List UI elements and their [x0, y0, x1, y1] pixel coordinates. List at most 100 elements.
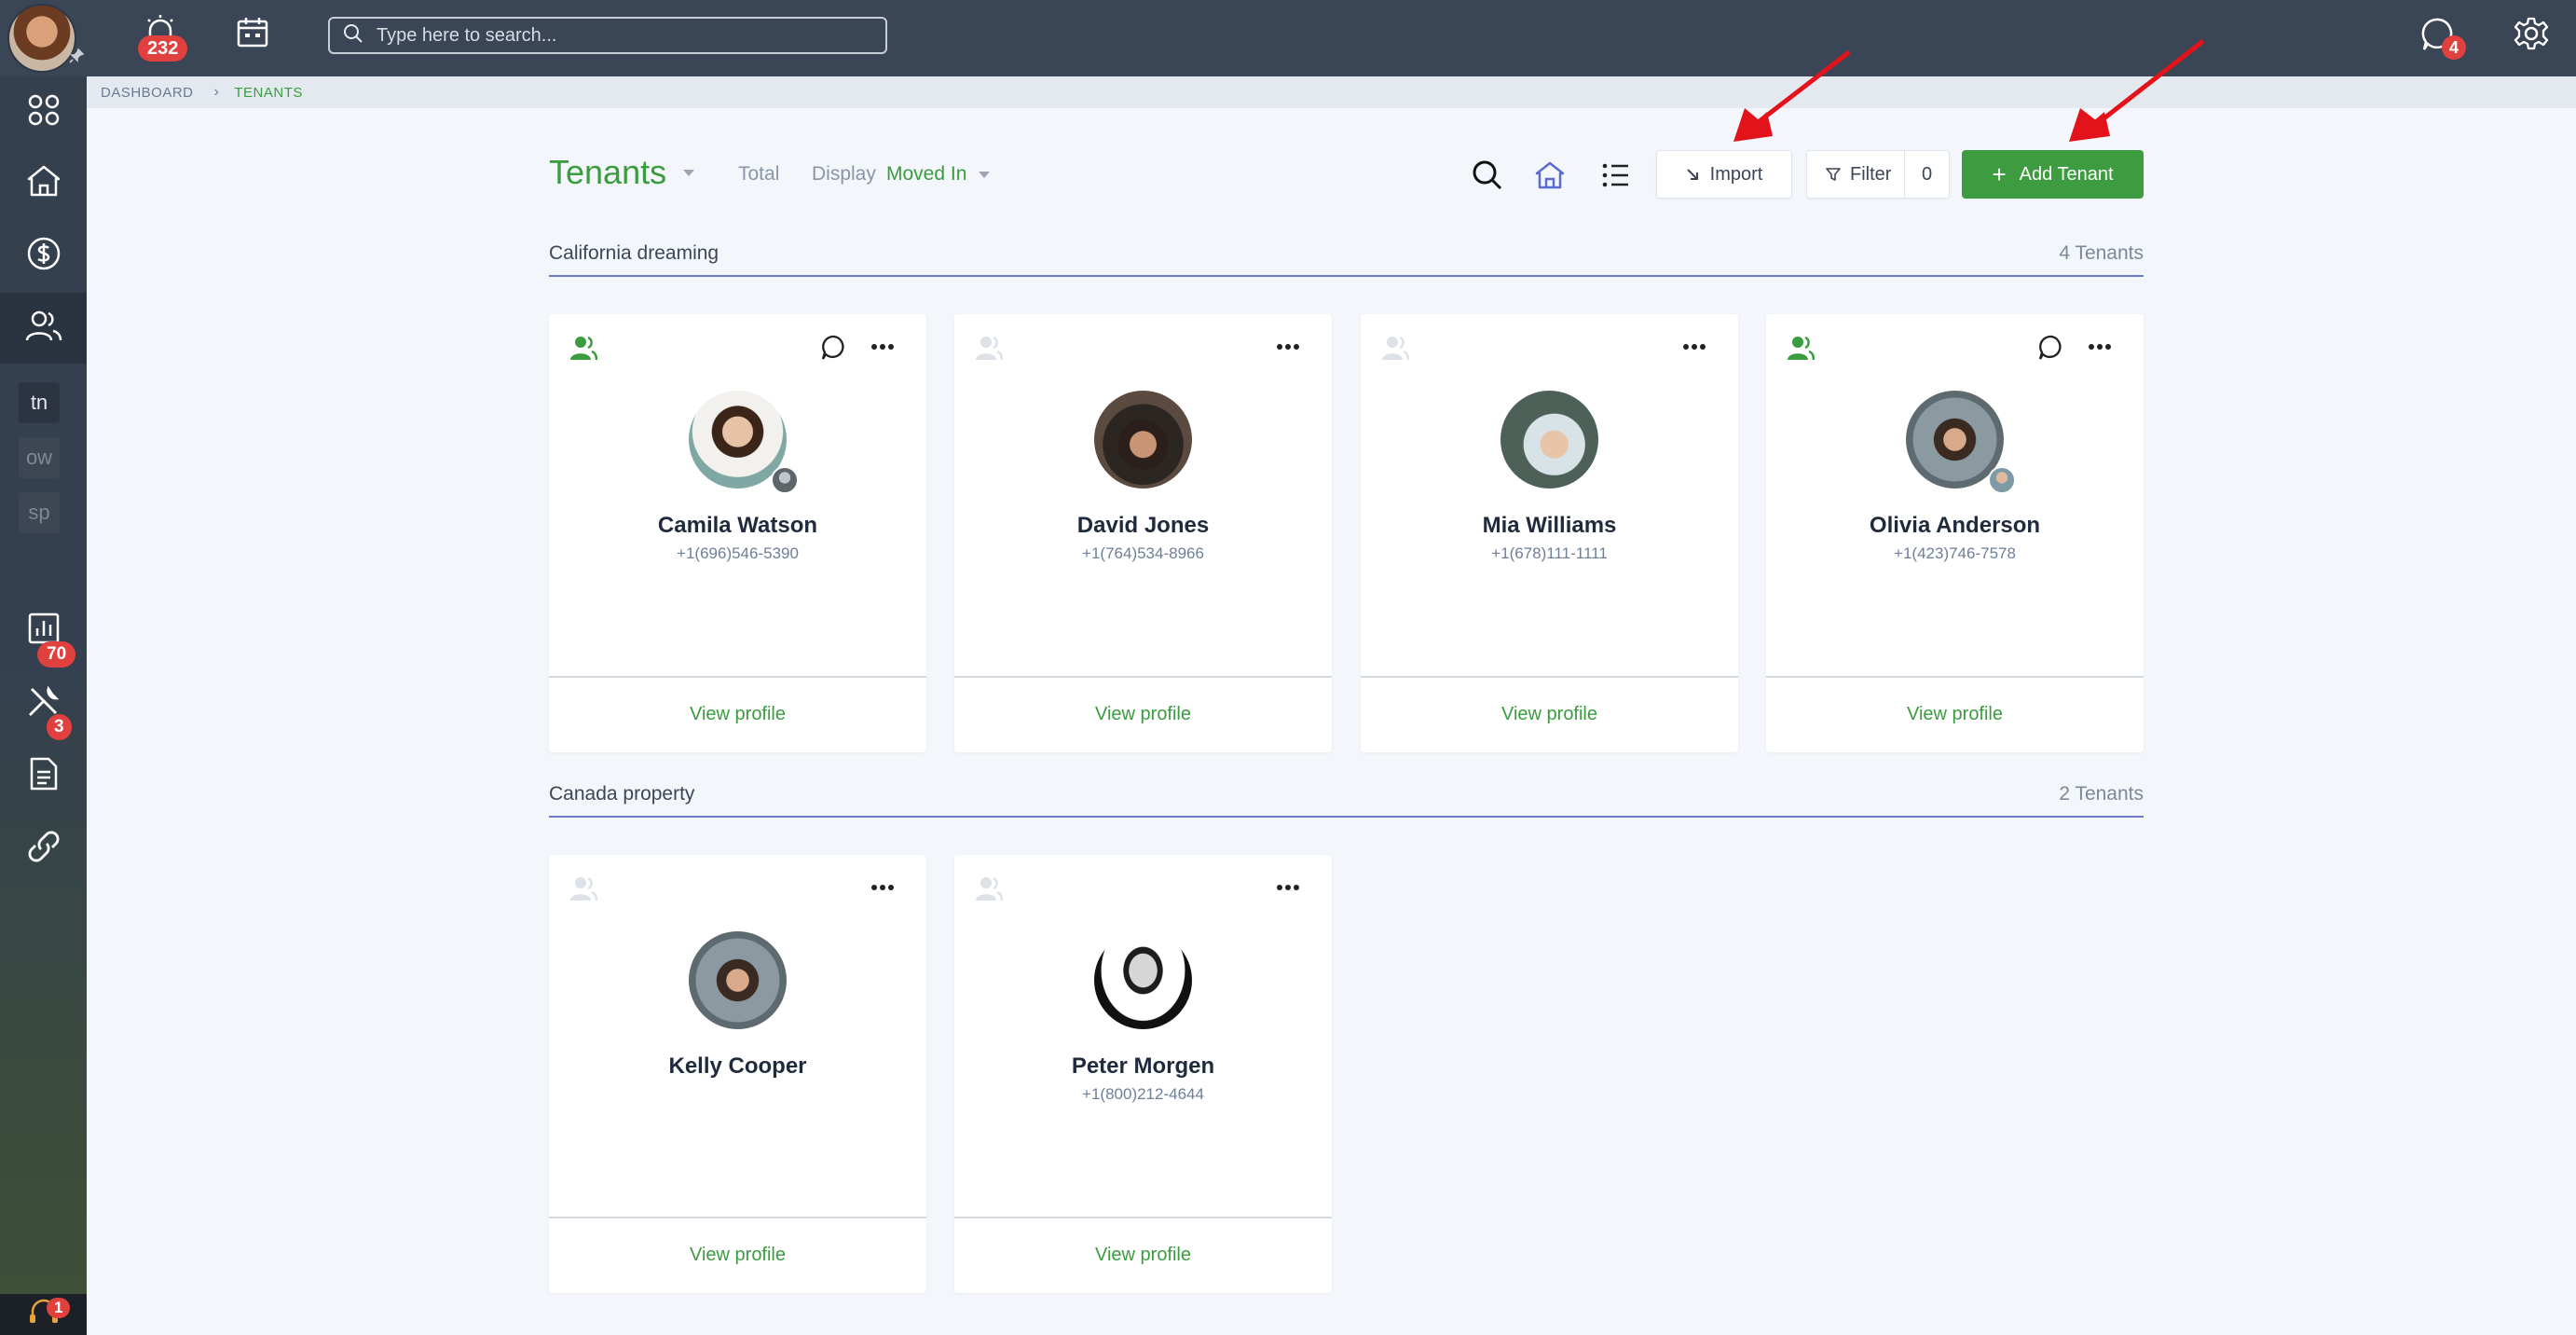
sidebar-item-documents[interactable] [0, 740, 87, 811]
view-profile-link[interactable]: View profile [954, 704, 1332, 725]
person-inactive-icon [1381, 335, 1410, 365]
user-avatar[interactable] [7, 4, 76, 73]
view-profile-link[interactable]: View profile [1766, 704, 2144, 725]
sidebar-item-sp[interactable]: sp [19, 492, 60, 533]
more-options-icon[interactable] [2088, 338, 2112, 355]
display-select[interactable]: Moved In [886, 163, 966, 186]
tenant-card: Peter Morgen +1(800)212-4644 View profil… [954, 855, 1332, 1293]
people-icon [25, 310, 62, 348]
tenant-name: Olivia Anderson [1869, 513, 2041, 538]
tenant-card: Camila Watson +1(696)546-5390 View profi… [549, 314, 926, 752]
view-profile-link[interactable]: View profile [954, 1245, 1332, 1266]
plus-icon: + [1992, 160, 2007, 188]
tenant-name: Peter Morgen [1071, 1053, 1215, 1079]
tenant-card: Olivia Anderson +1(423)746-7578 View pro… [1766, 314, 2144, 752]
chat-icon[interactable] [2038, 335, 2064, 365]
section-count: 2 Tenants [2059, 783, 2144, 805]
view-profile-link[interactable]: View profile [549, 704, 926, 725]
chevron-right-icon: › [213, 84, 220, 100]
notifications-count-badge: 232 [138, 35, 188, 62]
list-view-icon[interactable] [1599, 158, 1633, 192]
tenant-card: Mia Williams +1(678)111-1111 View profil… [1361, 314, 1738, 752]
import-label: Import [1709, 163, 1763, 185]
sidebar-item-tn[interactable]: tn [19, 382, 60, 423]
more-options-icon[interactable] [870, 879, 895, 896]
tenant-phone: +1(696)546-5390 [677, 544, 799, 562]
card-divider [954, 1217, 1332, 1218]
display-label: Display [812, 163, 876, 185]
property-thumbnail [771, 466, 799, 494]
sidebar-item-links[interactable] [0, 813, 87, 884]
sidebar-item-finance[interactable] [0, 220, 87, 291]
support-count-badge: 1 [47, 1298, 71, 1318]
card-divider [1361, 676, 1738, 678]
gear-icon[interactable] [2511, 13, 2552, 54]
home-icon [26, 164, 62, 202]
tenant-photo [689, 931, 787, 1029]
person-active-icon [569, 335, 598, 365]
title-chevron-down-icon[interactable] [683, 170, 694, 176]
sidebar-item-ow[interactable]: ow [19, 437, 60, 478]
person-inactive-icon [569, 875, 598, 906]
sidebar-item-dashboard[interactable] [0, 76, 87, 147]
card-divider [1766, 676, 2144, 678]
more-options-icon[interactable] [1682, 338, 1706, 355]
tenant-name: Kelly Cooper [668, 1053, 807, 1079]
section-title: Canada property [549, 783, 695, 805]
support-button[interactable]: 1 [0, 1294, 87, 1335]
documents-count-badge: 3 [47, 714, 72, 740]
import-arrow-icon [1686, 168, 1699, 181]
breadcrumb-tenants: TENANTS [234, 84, 303, 101]
more-options-icon[interactable] [1276, 338, 1300, 355]
property-thumbnail [1988, 466, 2016, 494]
section-count: 4 Tenants [2059, 242, 2144, 264]
annotation-arrow-add-tenant [2069, 39, 2205, 142]
chat-icon[interactable] [821, 335, 847, 365]
section-divider [549, 275, 2144, 277]
person-inactive-icon [975, 335, 1004, 365]
view-profile-link[interactable]: View profile [549, 1245, 926, 1266]
sidebar-item-maintenance[interactable] [0, 668, 87, 738]
tenant-photo [1094, 931, 1192, 1029]
display-chevron-down-icon[interactable] [979, 172, 990, 178]
pin-icon [69, 48, 85, 63]
document-icon [28, 756, 60, 796]
add-tenant-button[interactable]: + Add Tenant [1962, 150, 2144, 199]
tenant-phone: +1(764)534-8966 [1082, 544, 1204, 562]
tenant-phone: +1(678)111-1111 [1491, 544, 1608, 562]
filter-label: Filter [1850, 163, 1892, 185]
apps-grid-icon [27, 93, 61, 131]
search-box[interactable] [328, 17, 887, 54]
annotation-arrow-import [1733, 50, 1851, 142]
sidebar: tn ow sp 70 3 1 [0, 76, 87, 1335]
card-divider [549, 1217, 926, 1218]
person-inactive-icon [975, 875, 1004, 906]
property-view-home-icon[interactable] [1533, 158, 1567, 192]
more-options-icon[interactable] [870, 338, 895, 355]
filter-button[interactable]: Filter 0 [1806, 150, 1950, 199]
breadcrumb-dashboard[interactable]: DASHBOARD [101, 85, 194, 101]
search-toggle-icon[interactable] [1471, 158, 1504, 192]
tenant-phone: +1(423)746-7578 [1894, 544, 2016, 562]
page-title[interactable]: Tenants [549, 153, 666, 192]
section-divider [549, 816, 2144, 818]
sidebar-item-properties[interactable] [0, 147, 87, 218]
total-label: Total [738, 163, 780, 185]
search-input[interactable] [377, 24, 861, 47]
tenant-photo [1094, 391, 1192, 489]
calendar-icon[interactable] [233, 13, 272, 50]
sidebar-item-tenants[interactable] [0, 293, 87, 364]
maintenance-count-badge: 70 [37, 641, 76, 668]
search-icon [343, 23, 363, 48]
filter-count: 0 [1904, 151, 1949, 198]
more-options-icon[interactable] [1276, 879, 1300, 896]
section-title: California dreaming [549, 242, 719, 264]
person-active-icon [1787, 335, 1816, 365]
add-tenant-label: Add Tenant [2019, 163, 2114, 185]
tenant-phone: +1(800)212-4644 [1082, 1085, 1204, 1103]
tenant-card: David Jones +1(764)534-8966 View profile [954, 314, 1332, 752]
tenant-name: Camila Watson [657, 513, 818, 538]
import-button[interactable]: Import [1656, 150, 1792, 199]
tenant-photo [1500, 391, 1598, 489]
view-profile-link[interactable]: View profile [1361, 704, 1738, 725]
